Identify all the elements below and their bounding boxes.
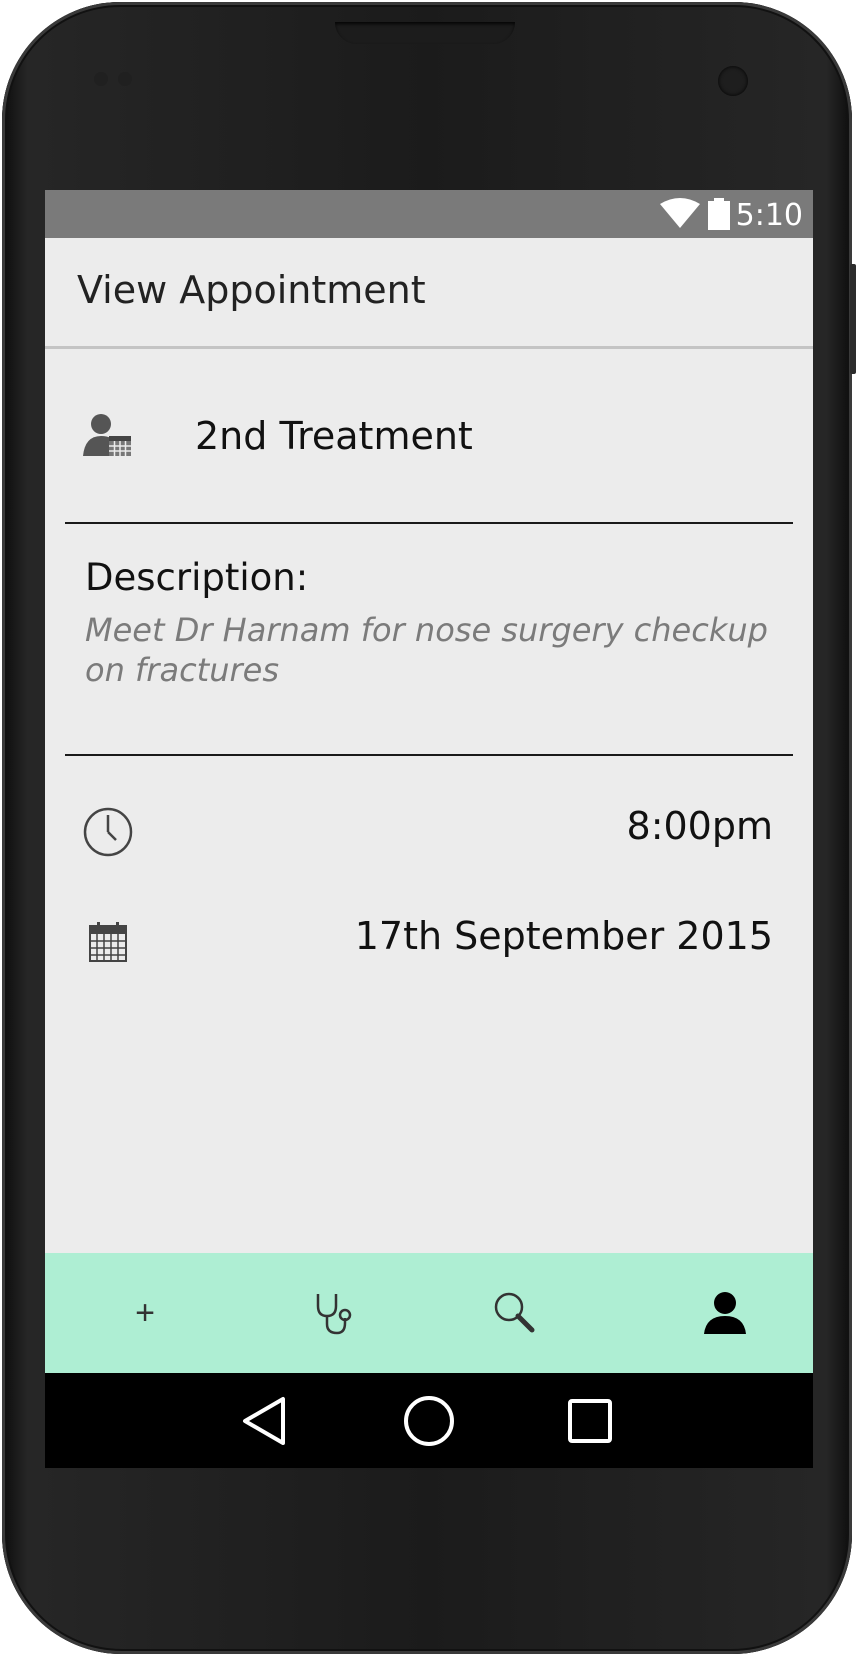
appointment-date: 17th September 2015 [354, 914, 773, 958]
clock-icon [83, 807, 133, 857]
appointment-name: 2nd Treatment [195, 414, 473, 458]
divider [65, 522, 793, 524]
calendar-icon [89, 922, 127, 962]
status-bar: 5:10 [45, 190, 813, 238]
front-camera [718, 66, 748, 96]
status-time: 5:10 [735, 198, 803, 233]
battery-icon [708, 198, 730, 230]
page-title: View Appointment [77, 268, 426, 312]
description-text: Meet Dr Harnam for nose surgery checkup … [85, 611, 768, 689]
back-icon [243, 1396, 285, 1445]
add-tab[interactable]: + [105, 1253, 185, 1373]
earpiece-speaker [335, 22, 515, 44]
divider [65, 754, 793, 756]
search-icon [494, 1292, 535, 1333]
power-button [850, 264, 856, 374]
phone-frame: 5:10 View Appointment 2nd Treatment Desc… [2, 2, 856, 1654]
navigation-bar [45, 1373, 813, 1468]
profile-icon [704, 1292, 746, 1334]
back-button[interactable] [220, 1373, 310, 1468]
light-sensor [118, 72, 132, 86]
recents-icon [568, 1398, 612, 1443]
appointment-title-row: 2nd Treatment [83, 412, 783, 462]
plus-icon: + [135, 1293, 155, 1332]
home-icon [404, 1395, 454, 1446]
app-bar: View Appointment [45, 238, 813, 349]
stethoscope-icon [316, 1294, 352, 1335]
wifi-icon [660, 198, 700, 228]
home-button[interactable] [384, 1373, 474, 1468]
recents-button[interactable] [545, 1373, 635, 1468]
doctors-tab[interactable] [295, 1253, 375, 1373]
appointment-time: 8:00pm [626, 804, 773, 848]
patient-calendar-icon [83, 414, 131, 456]
profile-tab[interactable] [685, 1253, 765, 1373]
proximity-sensor [94, 72, 108, 86]
screen: 5:10 View Appointment 2nd Treatment Desc… [45, 190, 813, 1468]
bottom-tab-bar: + [45, 1253, 813, 1373]
description-label: Description: [85, 556, 309, 599]
search-tab[interactable] [475, 1253, 555, 1373]
